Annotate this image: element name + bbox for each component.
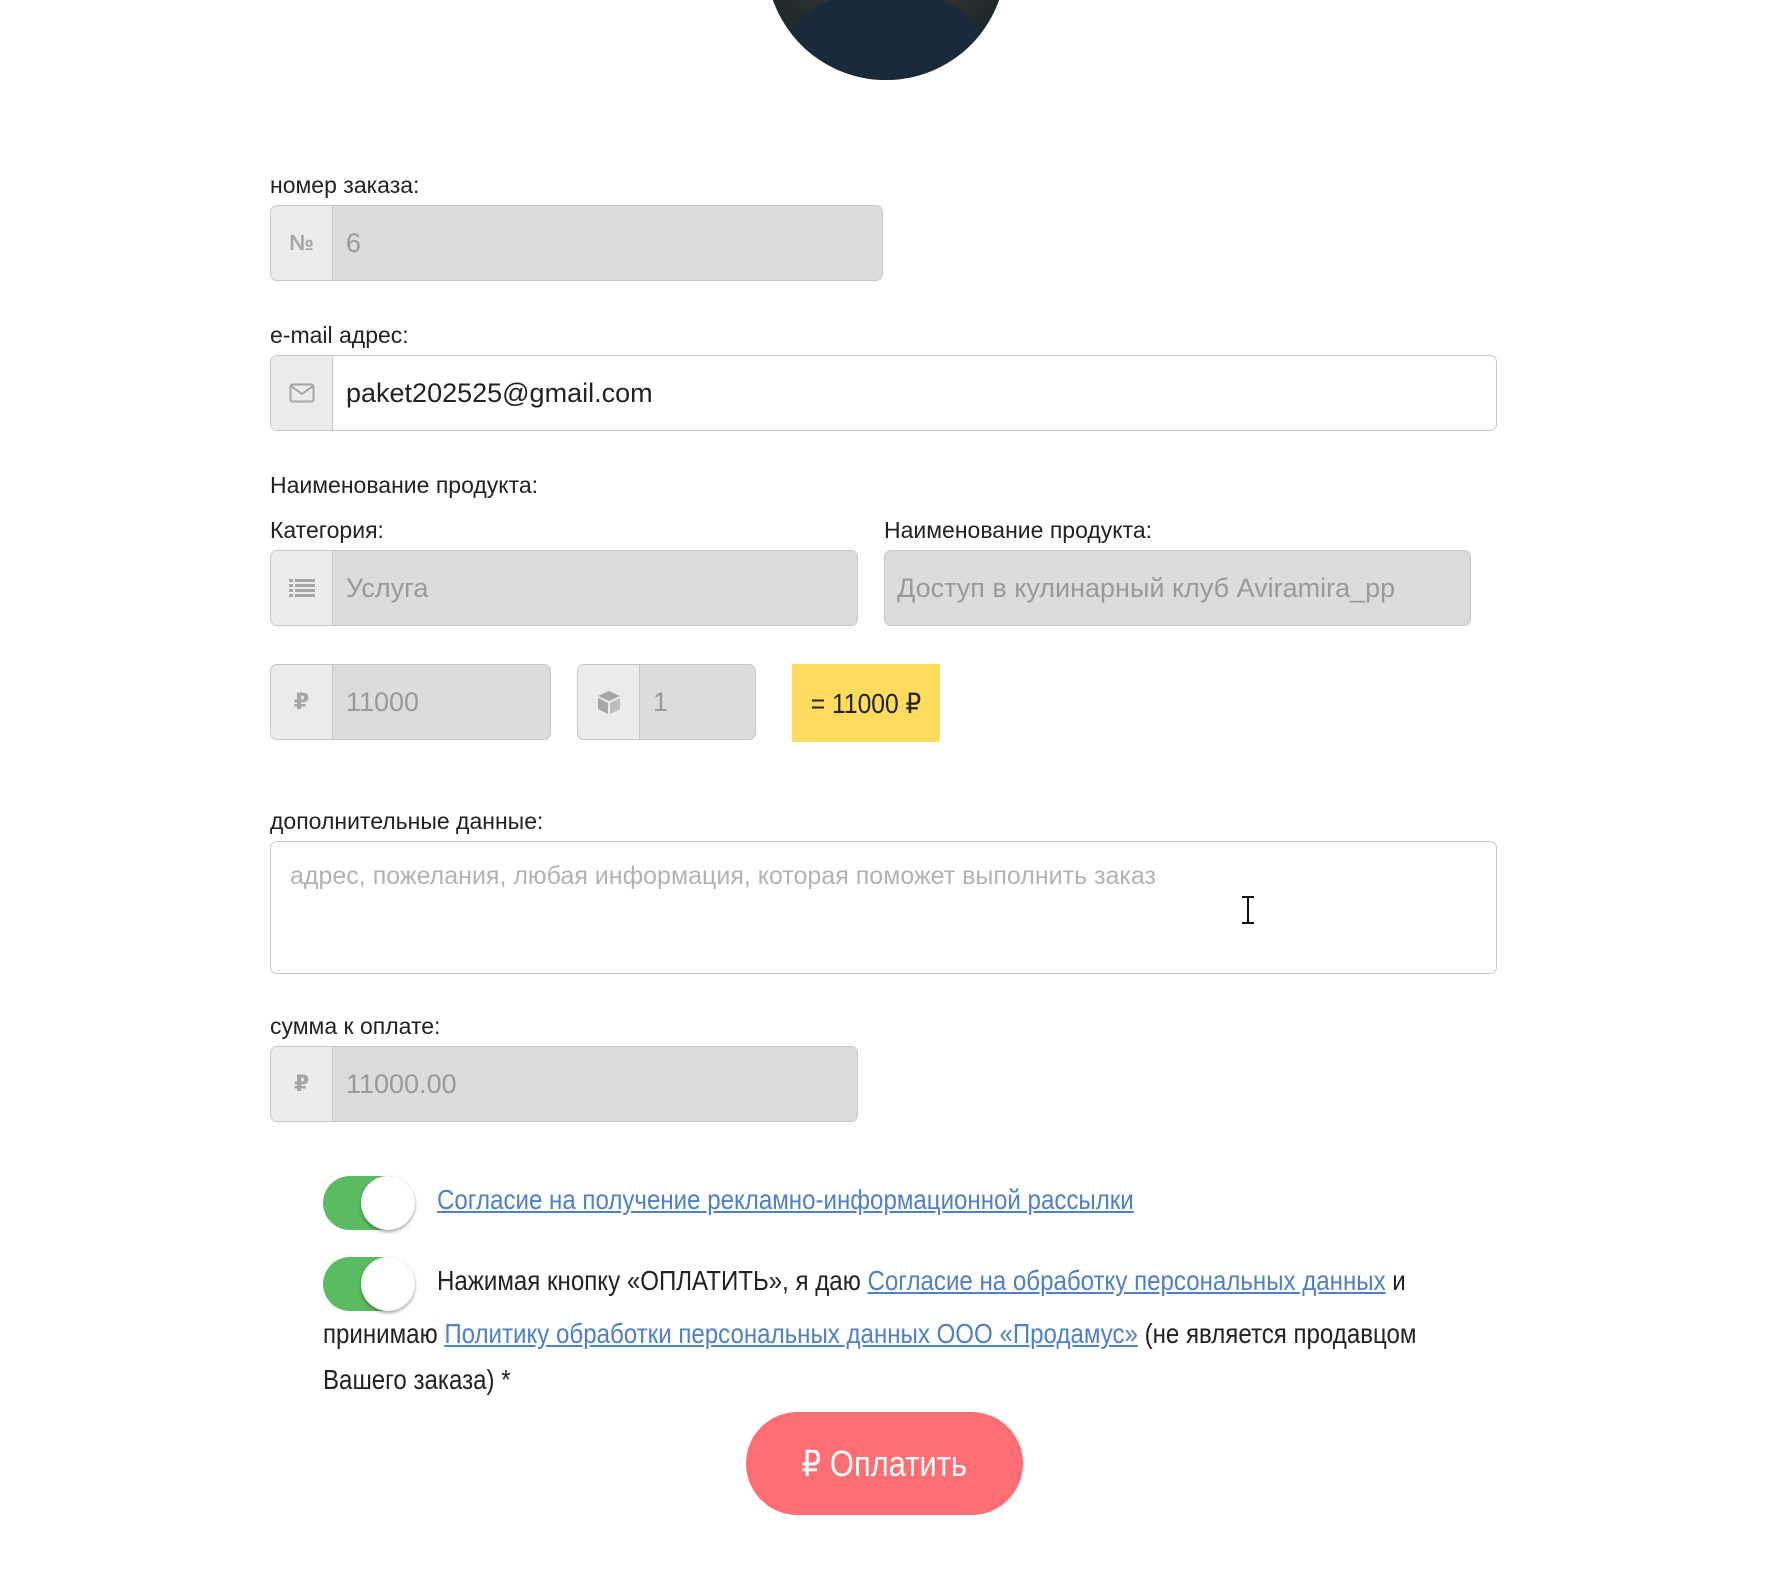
box-icon [578,665,640,739]
toggle-knob [361,1176,415,1230]
personal-data-consent-toggle[interactable] [323,1257,415,1311]
pay-button[interactable]: ₽ Оплатить [746,1412,1023,1515]
category-field: Услуга [270,550,858,626]
newsletter-consent-text: Согласие на получение рекламно-информаци… [437,1184,1134,1216]
privacy-policy-link[interactable]: Политику обработки персональных данных О… [444,1318,1138,1349]
quantity-value: 1 [653,686,669,717]
quantity-field: 1 [577,664,756,740]
pay-button-label: ₽ Оплатить [801,1442,968,1484]
product-name-value: Доступ в кулинарный клуб Aviramira_pp [897,572,1396,603]
ruble-icon: ₽ [271,1047,333,1121]
price-value: 11000 [346,686,420,717]
newsletter-consent-toggle[interactable] [323,1176,415,1230]
envelope-icon [271,356,333,430]
total-badge: = 11000 ₽ [792,664,940,742]
seller-avatar [766,0,1006,80]
email-input[interactable]: paket202525@gmail.com [333,356,1496,430]
consent-text: Вашего заказа) * [323,1364,511,1395]
email-label: e-mail адрес: [270,322,409,348]
consent-text: принимаю [323,1318,445,1349]
order-number-label: номер заказа: [270,172,420,198]
personal-data-consent-link[interactable]: Согласие на обработку персональных данны… [867,1265,1385,1296]
amount-value: 11000.00 [346,1068,457,1099]
product-name-field: Доступ в кулинарный клуб Aviramira_pp [884,550,1471,626]
personal-data-consent-line-1: Нажимая кнопку «ОПЛАТИТЬ», я даю Согласи… [437,1265,1406,1297]
toggle-knob [361,1257,415,1311]
consent-text: (не является продавцом [1137,1318,1417,1349]
consent-text: и [1385,1265,1406,1296]
personal-data-consent-line-2: принимаю Политику обработки персональных… [323,1318,1416,1350]
product-section-label: Наименование продукта: [270,472,539,498]
amount-label: сумма к оплате: [270,1013,441,1039]
ruble-icon: ₽ [271,665,333,739]
text-cursor-icon [1242,896,1254,924]
consent-text: Нажимая кнопку «ОПЛАТИТЬ», я даю [437,1265,868,1296]
newsletter-consent-link[interactable]: Согласие на получение рекламно-информаци… [437,1184,1134,1215]
extra-data-placeholder: адрес, пожелания, любая информация, кото… [290,862,1157,890]
avatar-shoulders [786,0,986,80]
category-value: Услуга [346,572,429,603]
extra-data-textarea[interactable]: адрес, пожелания, любая информация, кото… [270,841,1497,974]
email-field[interactable]: paket202525@gmail.com [270,355,1497,431]
product-name-label: Наименование продукта: [884,517,1153,543]
number-sign-icon: № [271,206,333,280]
extra-data-label: дополнительные данные: [270,808,544,834]
personal-data-consent-line-3: Вашего заказа) * [323,1364,511,1396]
price-field: ₽ 11000 [270,664,551,740]
list-icon [271,551,333,625]
order-number-value: 6 [346,227,362,258]
amount-field: ₽ 11000.00 [270,1046,858,1122]
order-number-field: № 6 [270,205,883,281]
category-label: Категория: [270,517,384,543]
